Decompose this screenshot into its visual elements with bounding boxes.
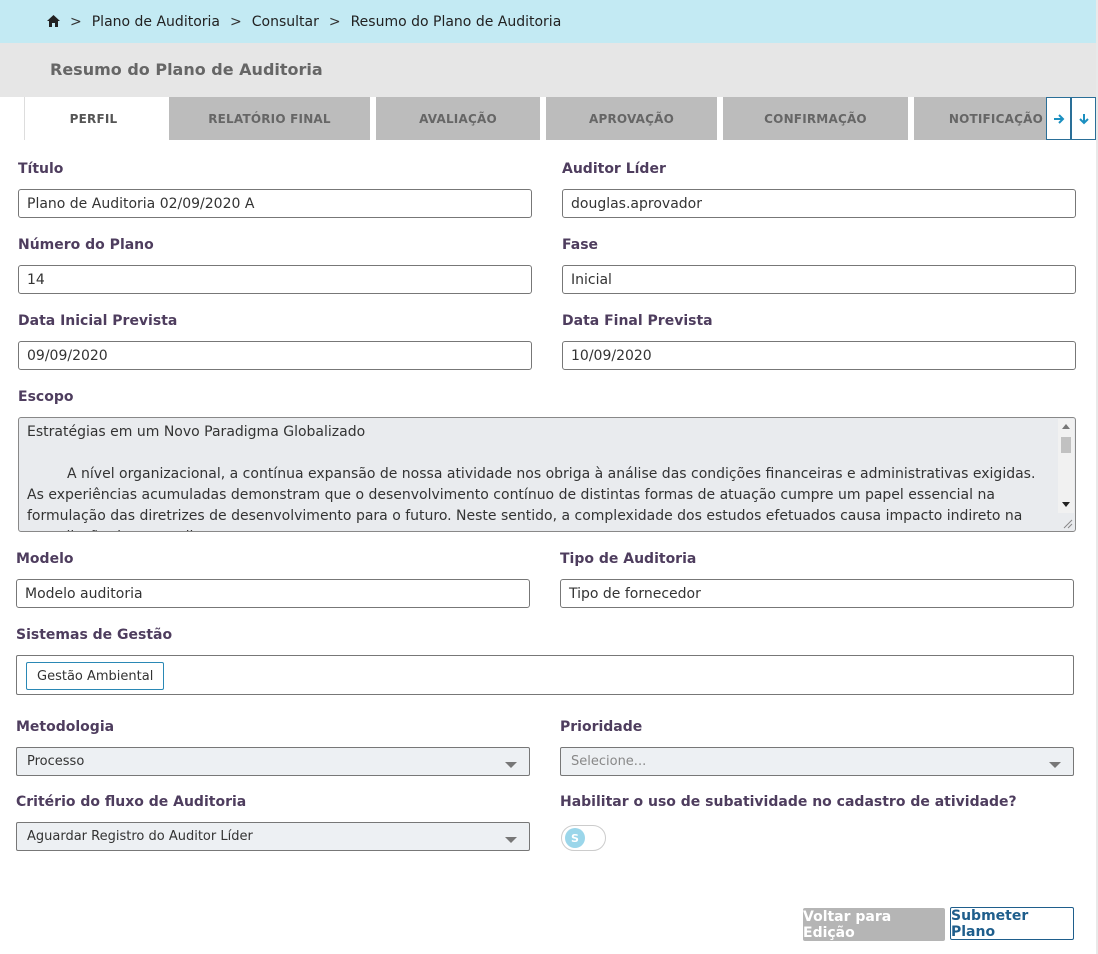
tab-relatorio-final[interactable]: RELATÓRIO FINAL bbox=[169, 97, 370, 140]
breadcrumb-separator: > bbox=[70, 13, 82, 30]
tipo-auditoria-label: Tipo de Auditoria bbox=[560, 551, 697, 567]
toggle-knob: S bbox=[565, 828, 585, 848]
escopo-title-line: Estratégias em um Novo Paradigma Globali… bbox=[27, 424, 366, 440]
data-inicial-field[interactable]: 09/09/2020 bbox=[18, 341, 532, 370]
prioridade-placeholder: Selecione... bbox=[571, 754, 647, 769]
metodologia-select[interactable]: Processo bbox=[16, 747, 530, 776]
escopo-textarea[interactable]: Estratégias em um Novo Paradigma Globali… bbox=[18, 417, 1076, 532]
chevron-down-icon bbox=[505, 762, 517, 768]
page-title: Resumo do Plano de Auditoria bbox=[50, 60, 323, 79]
breadcrumb-plano-auditoria[interactable]: Plano de Auditoria bbox=[92, 14, 220, 30]
auditor-lider-field[interactable]: douglas.aprovador bbox=[562, 189, 1076, 218]
breadcrumb-separator: > bbox=[230, 13, 242, 30]
prioridade-label: Prioridade bbox=[560, 719, 643, 735]
escopo-label: Escopo bbox=[18, 389, 74, 405]
tab-bar: PERFIL RELATÓRIO FINAL AVALIAÇÃO APROVAÇ… bbox=[0, 97, 1096, 140]
tab-confirmacao[interactable]: CONFIRMAÇÃO bbox=[723, 97, 908, 140]
page-header: Resumo do Plano de Auditoria bbox=[0, 43, 1096, 97]
chevron-down-icon bbox=[1049, 762, 1061, 768]
criterio-fluxo-label: Critério do fluxo de Auditoria bbox=[16, 794, 247, 810]
prioridade-select[interactable]: Selecione... bbox=[560, 747, 1074, 776]
habilitar-subatividade-toggle[interactable]: S bbox=[561, 825, 606, 851]
arrow-down-icon[interactable] bbox=[1071, 97, 1096, 140]
sistemas-gestao-label: Sistemas de Gestão bbox=[16, 627, 173, 643]
tab-aprovacao[interactable]: APROVAÇÃO bbox=[546, 97, 717, 140]
titulo-label: Título bbox=[18, 161, 64, 177]
fase-field[interactable]: Inicial bbox=[562, 265, 1076, 294]
escopo-paragraph: A nível organizacional, a contínua expan… bbox=[27, 466, 1036, 531]
modelo-label: Modelo bbox=[16, 551, 74, 567]
chevron-down-icon bbox=[505, 837, 517, 843]
breadcrumb-separator: > bbox=[328, 13, 341, 30]
scrollbar[interactable] bbox=[1058, 419, 1074, 513]
numero-plano-field[interactable]: 14 bbox=[18, 265, 532, 294]
tab-avaliacao[interactable]: AVALIAÇÃO bbox=[376, 97, 540, 140]
tab-notificacao[interactable]: NOTIFICAÇÃO bbox=[914, 97, 1046, 140]
tab-perfil[interactable]: PERFIL bbox=[24, 97, 162, 140]
arrow-right-icon[interactable] bbox=[1046, 97, 1071, 140]
home-icon[interactable] bbox=[47, 15, 60, 28]
data-final-field[interactable]: 10/09/2020 bbox=[562, 341, 1076, 370]
breadcrumb: > Plano de Auditoria > Consultar > Resum… bbox=[0, 0, 1096, 43]
fase-label: Fase bbox=[562, 237, 599, 253]
numero-plano-label: Número do Plano bbox=[18, 237, 154, 253]
submeter-plano-button[interactable]: Submeter Plano bbox=[950, 907, 1074, 940]
sistemas-gestao-field[interactable]: Gestão Ambiental bbox=[16, 655, 1074, 695]
modelo-field[interactable]: Modelo auditoria bbox=[16, 579, 530, 608]
breadcrumb-consultar[interactable]: Consultar bbox=[252, 14, 319, 30]
data-final-label: Data Final Prevista bbox=[562, 313, 713, 329]
habilitar-subatividade-label: Habilitar o uso de subatividade no cadas… bbox=[560, 794, 1017, 810]
tipo-auditoria-field[interactable]: Tipo de fornecedor bbox=[560, 579, 1074, 608]
data-inicial-label: Data Inicial Prevista bbox=[18, 313, 178, 329]
auditor-lider-label: Auditor Líder bbox=[562, 161, 666, 177]
criterio-fluxo-value: Aguardar Registro do Auditor Líder bbox=[27, 829, 253, 844]
titulo-field[interactable]: Plano de Auditoria 02/09/2020 A bbox=[18, 189, 532, 218]
metodologia-label: Metodologia bbox=[16, 719, 115, 735]
breadcrumb-current-page: Resumo do Plano de Auditoria bbox=[350, 13, 562, 30]
tag-gestao-ambiental[interactable]: Gestão Ambiental bbox=[26, 662, 165, 690]
criterio-fluxo-select[interactable]: Aguardar Registro do Auditor Líder bbox=[16, 822, 530, 851]
voltar-edicao-button[interactable]: Voltar para Edição bbox=[803, 908, 945, 941]
metodologia-value: Processo bbox=[27, 754, 85, 769]
resize-handle-icon[interactable] bbox=[1063, 519, 1073, 529]
